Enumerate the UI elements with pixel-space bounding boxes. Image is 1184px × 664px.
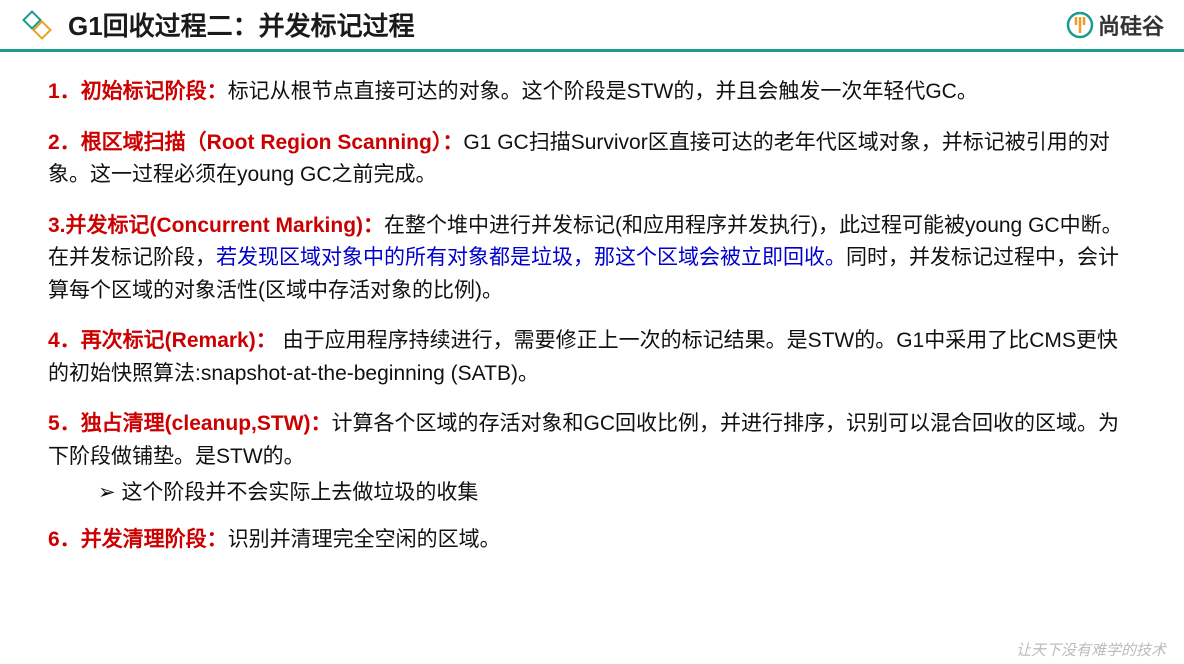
triangle-icon: ➢ [98,481,121,504]
list-item: 3.并发标记(Concurrent Marking)：在整个堆中进行并发标记(和… [48,210,1136,308]
bullet-text: 这个阶段并不会实际上去做垃圾的收集 [121,481,478,504]
list-item: 2．根区域扫描（Root Region Scanning）：G1 GC扫描Sur… [48,127,1136,192]
item-number: 3. [48,214,66,237]
diamond-logo-icon [20,8,54,42]
item-number: 4． [48,329,81,352]
brand: 尚硅谷 [1066,9,1164,41]
item-number: 6． [48,528,81,551]
list-item: 6．并发清理阶段：识别并清理完全空闲的区域。 [48,524,1136,557]
item-body: 标记从根节点直接可达的对象。这个阶段是STW的，并且会触发一次年轻代GC。 [228,80,978,103]
list-item: 1．初始标记阶段：标记从根节点直接可达的对象。这个阶段是STW的，并且会触发一次… [48,76,1136,109]
list-item: 4．再次标记(Remark)： 由于应用程序持续进行，需要修正上一次的标记结果。… [48,325,1136,390]
page-title: G1回收过程二：并发标记过程 [68,6,415,43]
footer-slogan: 让天下没有难学的技术 [1016,639,1166,660]
item-label: 独占清理(cleanup,STW)： [81,412,332,435]
list-item: 5．独占清理(cleanup,STW)：计算各个区域的存活对象和GC回收比例，并… [48,408,1136,510]
item-body-blue: 若发现区域对象中的所有对象都是垃圾，那这个区域会被立即回收。 [216,246,846,269]
item-number: 5． [48,412,81,435]
item-label: 再次标记(Remark)： [81,329,277,352]
header-left: G1回收过程二：并发标记过程 [20,6,415,43]
brand-icon [1066,11,1094,39]
item-label: 根区域扫描（Root Region Scanning）： [81,131,464,154]
item-body: 识别并清理完全空闲的区域。 [228,528,501,551]
content-area: 1．初始标记阶段：标记从根节点直接可达的对象。这个阶段是STW的，并且会触发一次… [0,52,1184,585]
item-label: 并发清理阶段： [81,528,228,551]
item-label: 并发标记(Concurrent Marking)： [66,214,385,237]
item-number: 1． [48,80,81,103]
header-bar: G1回收过程二：并发标记过程 尚硅谷 [0,0,1184,52]
item-label: 初始标记阶段： [81,80,228,103]
brand-text: 尚硅谷 [1098,9,1164,41]
item-number: 2． [48,131,81,154]
sub-bullet: ➢ 这个阶段并不会实际上去做垃圾的收集 [48,477,1136,510]
